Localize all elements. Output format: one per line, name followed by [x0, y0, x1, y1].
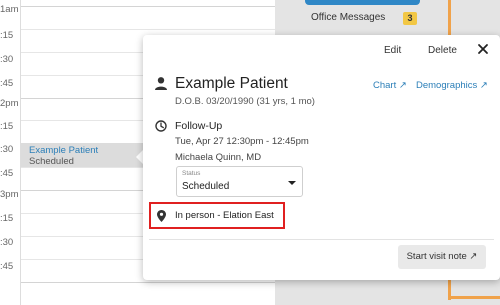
- start-visit-note-button[interactable]: Start visit note ↗: [398, 245, 486, 269]
- office-messages-link[interactable]: Office Messages: [311, 12, 385, 23]
- time-label: 3pm: [0, 189, 19, 200]
- status-select-label: Status: [182, 170, 201, 177]
- edit-button[interactable]: Edit: [384, 45, 401, 56]
- hour-gridline: [21, 282, 275, 283]
- time-column: 1am :15 :30 :45 2pm :15 :30 :45 3pm :15 …: [0, 0, 20, 305]
- clock-icon: [155, 120, 167, 132]
- event-patient-name: Example Patient: [29, 145, 99, 156]
- time-label: 1am: [0, 4, 19, 15]
- map-pin-icon: [157, 210, 166, 222]
- calendar-appointment-event[interactable]: Example Patient Scheduled: [21, 143, 146, 167]
- time-label: :45: [0, 168, 14, 179]
- appointment-type: Follow-Up: [175, 120, 223, 132]
- patient-dob: D.O.B. 03/20/1990 (31 yrs, 1 mo): [175, 96, 315, 107]
- time-label: :15: [0, 121, 14, 132]
- appointment-location: In person - Elation East: [175, 210, 274, 221]
- divider: [149, 239, 494, 240]
- event-status: Scheduled: [29, 156, 74, 167]
- status-select[interactable]: Status Scheduled: [176, 166, 303, 197]
- time-label: :30: [0, 144, 14, 155]
- appointment-provider: Michaela Quinn, MD: [175, 152, 262, 163]
- accent-border-bottom: [448, 296, 500, 299]
- hour-gridline: [21, 6, 275, 7]
- location-highlight: In person - Elation East: [149, 202, 285, 229]
- time-label: :30: [0, 237, 14, 248]
- close-button[interactable]: [474, 40, 492, 58]
- delete-button[interactable]: Delete: [428, 45, 457, 56]
- status-select-value: Scheduled: [182, 181, 230, 192]
- time-label: :15: [0, 30, 14, 41]
- patient-name[interactable]: Example Patient: [175, 75, 288, 93]
- quarter-gridline: [21, 29, 275, 30]
- time-label: :15: [0, 213, 14, 224]
- time-label: 2pm: [0, 98, 19, 109]
- demographics-link[interactable]: Demographics ↗: [416, 80, 488, 91]
- time-label: :30: [0, 54, 14, 65]
- sidebar-top-button[interactable]: [305, 0, 420, 5]
- time-label: :45: [0, 78, 14, 89]
- time-label: :45: [0, 261, 14, 272]
- appointment-time: Tue, Apr 27 12:30pm - 12:45pm: [175, 136, 309, 147]
- person-icon: [155, 77, 167, 90]
- appointment-popover: Edit Delete Example Patient D.O.B. 03/20…: [143, 35, 500, 280]
- office-messages-count-badge: 3: [403, 12, 417, 25]
- chart-link[interactable]: Chart ↗: [373, 80, 407, 91]
- caret-down-icon: [288, 181, 296, 185]
- close-icon: [478, 44, 488, 54]
